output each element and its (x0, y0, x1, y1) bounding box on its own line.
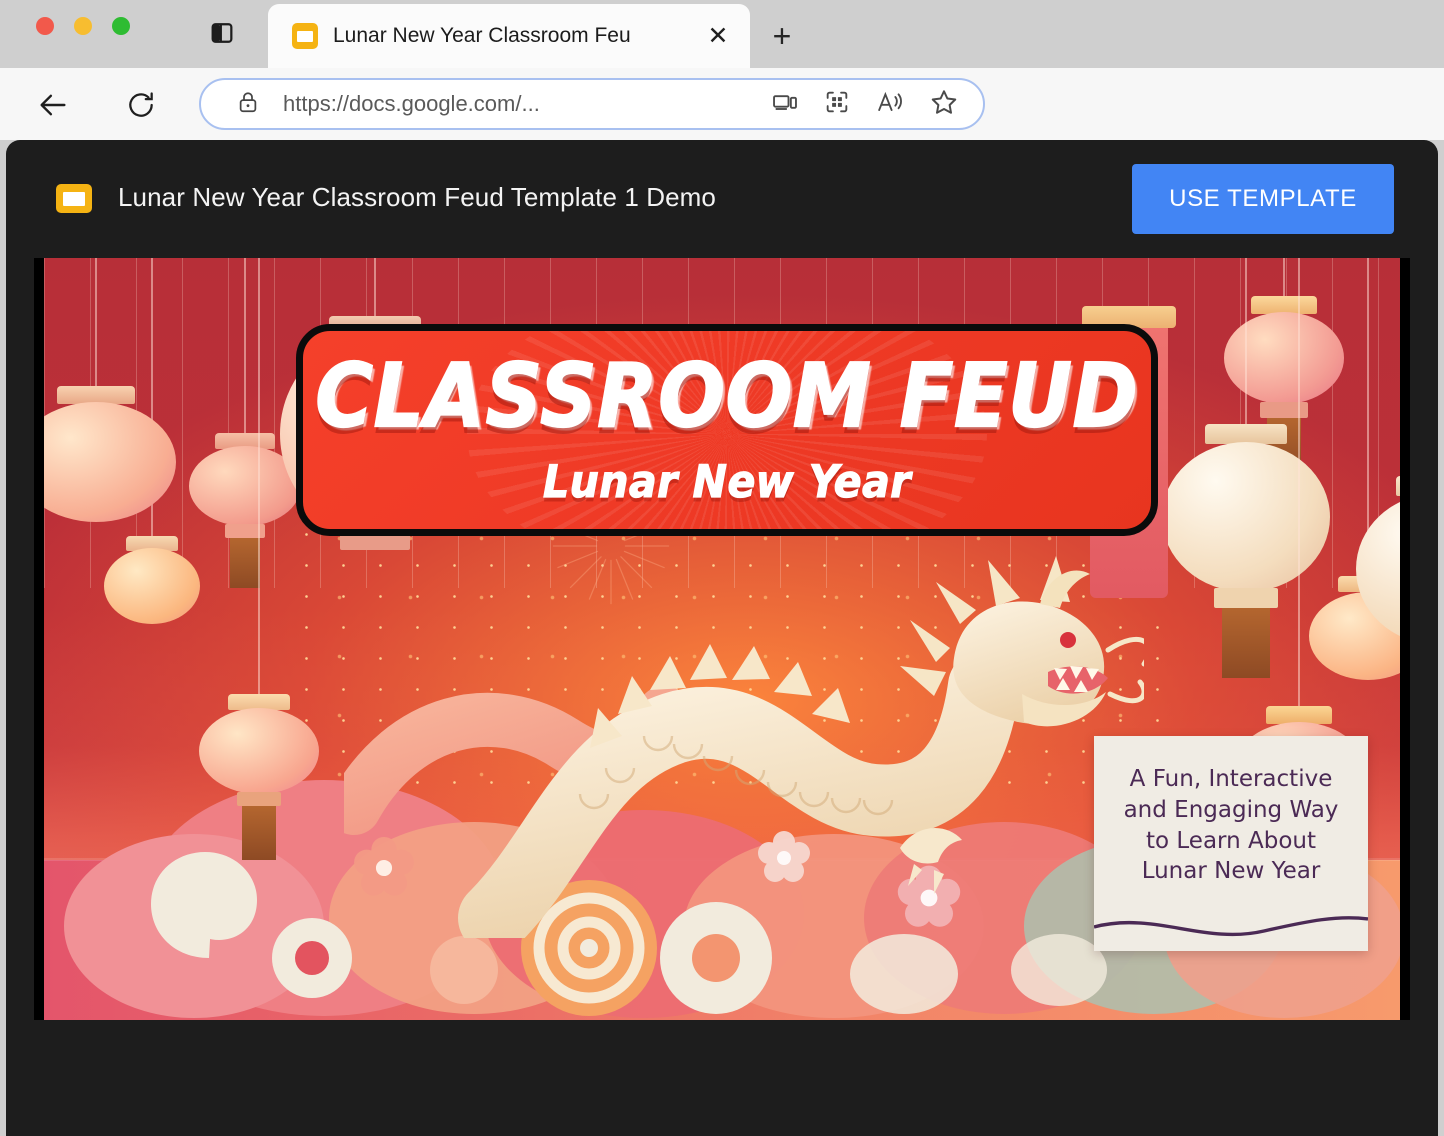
slide-title: CLASSROOM FEUD (315, 346, 1139, 447)
url-text: https://docs.google.com/... (283, 91, 540, 116)
cast-device-icon[interactable] (771, 88, 799, 121)
reload-icon[interactable] (122, 86, 160, 124)
read-aloud-icon[interactable] (875, 88, 905, 121)
lock-icon (235, 89, 261, 120)
slides-viewer: Lunar New Year Classroom Feud Template 1… (6, 140, 1438, 1136)
lantern (44, 258, 176, 678)
slide-canvas-frame: CLASSROOM FEUD Lunar New Year A Fun, Int… (34, 258, 1410, 1020)
qr-code-icon[interactable] (823, 88, 851, 121)
viewer-header: Lunar New Year Classroom Feud Template 1… (6, 140, 1438, 378)
use-template-button[interactable]: USE TEMPLATE (1132, 164, 1394, 234)
tab-title: Lunar New Year Classroom Feu (333, 24, 631, 47)
close-icon[interactable]: ✕ (704, 22, 732, 50)
window-traffic-lights (36, 17, 130, 35)
slide-title-card: CLASSROOM FEUD Lunar New Year (296, 324, 1158, 536)
lantern (1234, 258, 1364, 894)
window-minimize-button[interactable] (74, 17, 92, 35)
tab-strip: Lunar New Year Classroom Feu ✕ + (0, 0, 1444, 68)
google-slides-icon (56, 184, 92, 213)
google-slides-favicon-icon (292, 23, 318, 49)
document-title: Lunar New Year Classroom Feud Template 1… (118, 182, 716, 212)
slide-note-card: A Fun, Interactive and Engaging Way to L… (1094, 736, 1368, 951)
note-wave-decor (1094, 916, 1368, 951)
window-close-button[interactable] (36, 17, 54, 35)
window-maximize-button[interactable] (112, 17, 130, 35)
sidebar-toggle-icon[interactable] (208, 19, 236, 47)
address-bar[interactable]: https://docs.google.com/... (199, 78, 985, 130)
slide-canvas[interactable]: CLASSROOM FEUD Lunar New Year A Fun, Int… (44, 258, 1400, 1020)
slide-note-text: A Fun, Interactive and Engaging Way to L… (1123, 766, 1339, 885)
browser-window: Lunar New Year Classroom Feu ✕ + https:/… (0, 0, 1444, 1136)
favorite-star-icon[interactable] (929, 87, 959, 122)
new-tab-button[interactable]: + (764, 18, 800, 54)
back-arrow-icon[interactable] (34, 86, 72, 124)
browser-tab[interactable]: Lunar New Year Classroom Feu ✕ (268, 4, 750, 68)
slide-subtitle: Lunar New Year (542, 455, 912, 508)
